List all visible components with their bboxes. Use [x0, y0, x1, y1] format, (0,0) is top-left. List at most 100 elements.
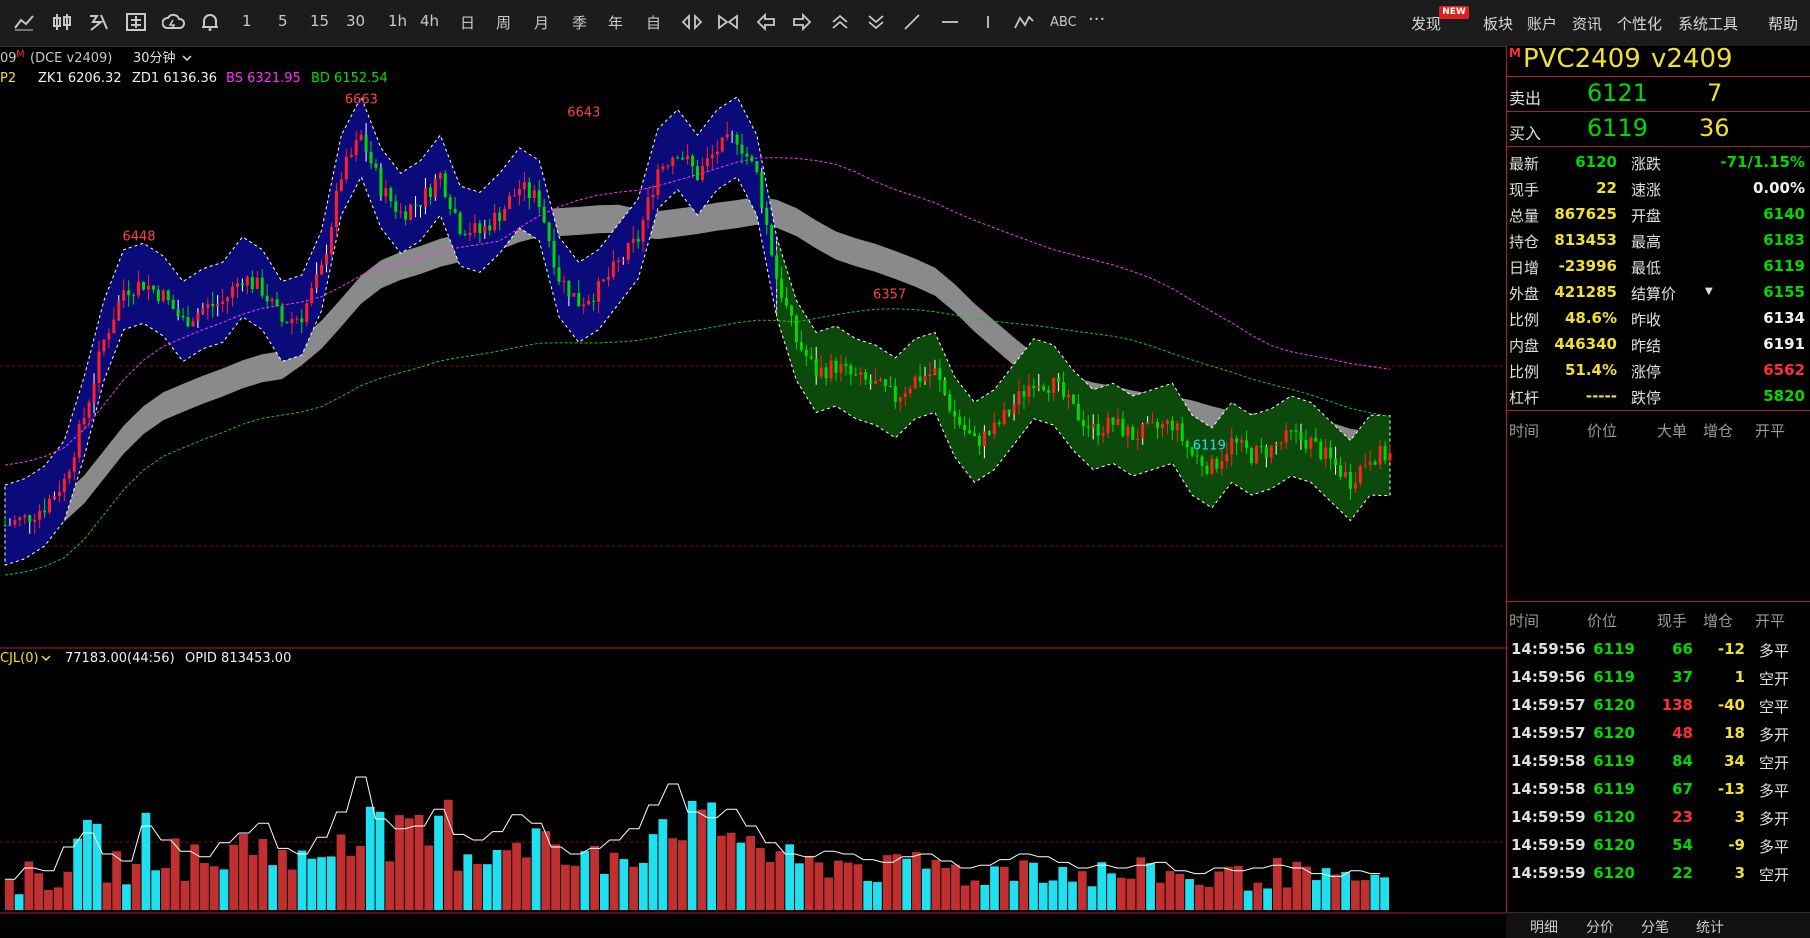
volume-bar: [24, 861, 34, 910]
period-1m[interactable]: 1: [242, 12, 252, 30]
subchart-chevron-icon[interactable]: [41, 655, 51, 662]
candle-body: [503, 208, 507, 221]
period-year[interactable]: 年: [608, 12, 623, 33]
fund-icon[interactable]: [124, 10, 148, 34]
volume-bar: [1175, 873, 1185, 910]
tick-time: 14:59:59: [1511, 864, 1586, 882]
candle-body: [250, 277, 254, 289]
arrow-right-icon[interactable]: [790, 10, 814, 34]
tick-price: 6120: [1593, 864, 1635, 882]
volume-bar: [1126, 878, 1136, 910]
settlement-dropdown-icon[interactable]: ▼: [1705, 286, 1713, 297]
text-tool[interactable]: ABC: [1050, 15, 1077, 30]
candle-body: [799, 342, 803, 350]
price-annotation: 6357: [873, 287, 906, 302]
period-selector[interactable]: 30分钟: [133, 50, 176, 66]
candle-body: [720, 137, 724, 152]
period-chevron-down-icon[interactable]: [182, 55, 192, 62]
tick-open-close: 多平: [1759, 642, 1790, 660]
chart-area[interactable]: 09 M (DCE v2409) 30分钟 P2 ZK1 6206.32 ZD1…: [0, 46, 1506, 914]
period-quarter[interactable]: 季: [572, 12, 587, 33]
candle-icon[interactable]: [50, 10, 74, 34]
candle-body: [839, 363, 843, 373]
period-15m[interactable]: 15: [310, 12, 329, 30]
volume-bar: [73, 838, 83, 910]
period-30m[interactable]: 30: [346, 12, 365, 30]
zoom-in-icon[interactable]: [680, 10, 704, 34]
volume-bar: [1009, 880, 1019, 910]
menu-info[interactable]: 资讯: [1572, 13, 1602, 34]
menu-personalize[interactable]: 个性化: [1617, 13, 1662, 34]
candle-body: [770, 224, 774, 256]
volume-bar: [804, 855, 814, 910]
candle-body: [1032, 385, 1036, 389]
period-5m[interactable]: 5: [278, 12, 288, 30]
stat-value: 421285: [1554, 283, 1617, 301]
tab-price-dist[interactable]: 分价: [1586, 917, 1614, 937]
period-4h[interactable]: 4h: [420, 12, 439, 30]
alarm-icon[interactable]: [198, 10, 222, 34]
tab-ticks[interactable]: 分笔: [1641, 917, 1669, 937]
menu-account[interactable]: 账户: [1527, 13, 1557, 34]
indicator-bs: BS 6321.95: [226, 71, 301, 86]
candle-body: [1294, 430, 1298, 432]
candle-body: [226, 297, 230, 302]
volume-bar: [161, 868, 170, 910]
candle-body: [1279, 442, 1283, 445]
candle-body: [1373, 461, 1377, 465]
candle-body: [1136, 438, 1140, 440]
candle-body: [592, 300, 596, 302]
candle-body: [755, 161, 759, 172]
period-month[interactable]: 月: [534, 12, 549, 33]
ask-row[interactable]: 卖出 6121 7: [1507, 77, 1810, 112]
bid-volume: 36: [1699, 114, 1730, 142]
vertical-line-icon[interactable]: [976, 10, 1000, 34]
candle-body: [285, 321, 289, 324]
tab-stats[interactable]: 统计: [1696, 917, 1724, 937]
period-week[interactable]: 周: [496, 12, 511, 33]
volume-bar: [473, 864, 482, 910]
bid-row[interactable]: 买入 6119 36: [1507, 112, 1810, 147]
volume-bar: [531, 828, 541, 910]
candle-body: [433, 178, 437, 197]
price-annotation: 6119: [1193, 439, 1226, 454]
volume-bar: [248, 854, 258, 910]
candle-body: [43, 510, 47, 513]
zoom-out-icon[interactable]: [716, 10, 740, 34]
menu-help[interactable]: 帮助: [1768, 13, 1798, 34]
candlestick-chart[interactable]: 09 M (DCE v2409) 30分钟 P2 ZK1 6206.32 ZD1…: [0, 46, 1506, 914]
candle-body: [1274, 444, 1278, 446]
period-custom[interactable]: 自: [646, 12, 661, 33]
horizontal-line-icon[interactable]: [938, 10, 962, 34]
period-1h[interactable]: 1h: [388, 12, 407, 30]
candle-body: [38, 510, 42, 520]
menu-system-tools[interactable]: 系统工具: [1678, 13, 1738, 34]
candle-body: [1185, 441, 1189, 448]
candle-body: [1101, 433, 1105, 436]
candle-body: [968, 430, 972, 434]
volume-bar: [424, 845, 434, 910]
polyline-icon[interactable]: [1012, 10, 1036, 34]
volume-bar: [1380, 877, 1389, 910]
more-icon[interactable]: ···: [1088, 9, 1105, 30]
bigorder-sep: [1507, 601, 1810, 602]
cloud-icon[interactable]: [162, 10, 186, 34]
draw-line-icon[interactable]: [900, 10, 924, 34]
chevron-up-icon[interactable]: [828, 10, 852, 34]
tick-time: 14:59:59: [1511, 808, 1586, 826]
chevron-down-icon[interactable]: [864, 10, 888, 34]
volume-bar: [765, 861, 775, 910]
trend-line-icon[interactable]: [12, 10, 36, 34]
candle-body: [1245, 440, 1249, 449]
menu-sector[interactable]: 板块: [1483, 13, 1513, 34]
candle-body: [270, 299, 274, 302]
candle-body: [300, 318, 304, 323]
bar-icon[interactable]: [86, 10, 110, 34]
candle-body: [735, 134, 739, 145]
volume-bar: [1263, 888, 1272, 910]
tab-detail[interactable]: 明细: [1530, 917, 1558, 937]
period-day[interactable]: 日: [460, 12, 475, 33]
arrow-left-icon[interactable]: [754, 10, 778, 34]
menu-discover[interactable]: 发现: [1411, 13, 1441, 34]
tick-open-close: 多开: [1759, 810, 1790, 828]
